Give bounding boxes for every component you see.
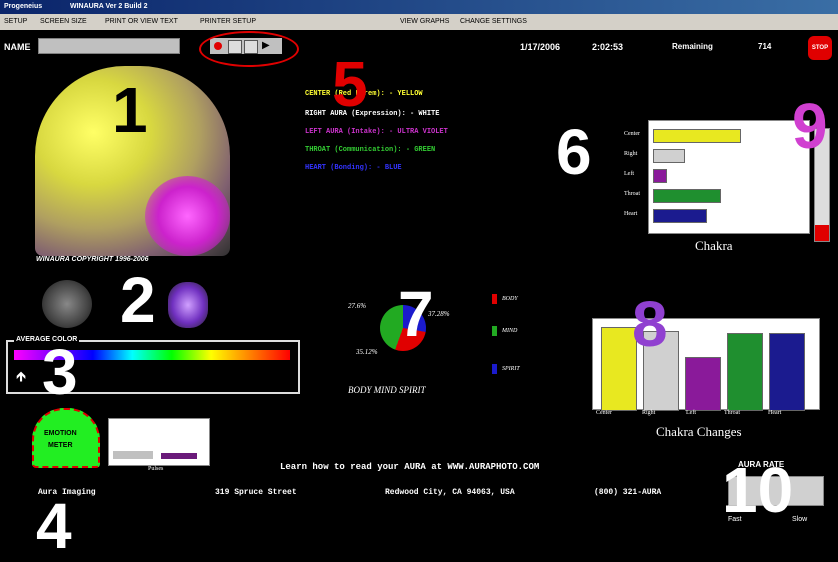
hbar-label-throat: Throat	[624, 191, 640, 197]
callout-9: 9	[792, 90, 828, 162]
pie-spirit-pct: 35.12%	[356, 348, 378, 356]
callout-2: 2	[120, 264, 156, 336]
toolbar: NAME ▶ 1/17/2006 2:02:53 Remaining 714 S…	[0, 30, 838, 67]
copyright-text: WINAURA COPYRIGHT 1996-2006	[36, 256, 149, 263]
legend-heart: HEART (Bonding): - BLUE	[305, 164, 402, 172]
vbar-heart	[769, 333, 805, 411]
callout-5: 5	[332, 48, 368, 120]
stop-label: STOP	[811, 45, 829, 51]
menu-print-view-text[interactable]: PRINT OR VIEW TEXT	[105, 18, 178, 25]
hbar-label-heart: Heart	[624, 211, 638, 217]
callout-ellipse-5	[199, 31, 299, 67]
title-bar: Progeneius WINAURA Ver 2 Build 2	[0, 0, 838, 14]
legend-right: RIGHT AURA (Expression): - WHITE	[305, 110, 440, 118]
time-display: 2:02:53	[592, 42, 624, 52]
legend-body-label: BODY	[502, 296, 518, 302]
hbar-center	[653, 129, 741, 143]
pulses-label: Pulses	[148, 466, 164, 472]
pulses-chart	[108, 418, 210, 466]
document-title: WINAURA Ver 2 Build 2	[70, 3, 148, 10]
street-address: 319 Spruce Street	[215, 488, 297, 497]
emotion-meter-label-bottom: METER	[48, 442, 73, 449]
chakra-changes-caption: Chakra Changes	[656, 424, 742, 439]
app-title: Progeneius	[4, 3, 43, 10]
callout-8: 8	[632, 288, 668, 360]
stop-sign-button[interactable]: STOP	[808, 36, 832, 60]
hbar-throat	[653, 189, 721, 203]
chakra-hbar-chart	[648, 120, 810, 234]
pie-body-pct: 27.6%	[348, 302, 367, 310]
name-input[interactable]	[38, 38, 180, 54]
callout-1: 1	[112, 74, 148, 146]
hbar-left	[653, 169, 667, 183]
learn-aura-link-text[interactable]: Learn how to read your AURA at WWW.AURAP…	[280, 462, 539, 472]
vbar-throat	[727, 333, 763, 411]
hbar-label-right: Right	[624, 151, 638, 157]
legend-spirit-swatch	[492, 364, 497, 374]
vbar-label-right: Right	[642, 410, 656, 416]
remaining-value: 714	[758, 42, 772, 51]
legend-throat: THROAT (Communication): - GREEN	[305, 146, 436, 154]
legend-spirit-label: SPIRIT	[502, 366, 520, 372]
callout-3: 3	[42, 336, 78, 408]
hbar-right	[653, 149, 685, 163]
vbar-left	[685, 357, 721, 411]
hbar-label-left: Left	[624, 171, 634, 177]
remaining-label: Remaining	[672, 42, 713, 51]
slider-thumb[interactable]	[815, 225, 829, 241]
callout-7: 7	[398, 278, 434, 350]
emotion-meter-label-top: EMOTION	[44, 430, 77, 437]
vbar-label-left: Left	[686, 410, 696, 416]
vbar-label-throat: Throat	[724, 410, 740, 416]
menu-setup[interactable]: SETUP	[4, 18, 27, 25]
menu-screen-size[interactable]: SCREEN SIZE	[40, 18, 87, 25]
hbar-label-center: Center	[624, 131, 640, 137]
small-aura-image	[168, 282, 208, 328]
menu-printer-setup[interactable]: PRINTER SETUP	[200, 18, 256, 25]
rate-slow-label: Slow	[792, 516, 808, 523]
callout-4: 4	[36, 490, 72, 562]
emotion-meter: EMOTION METER	[32, 408, 100, 468]
menu-change-settings[interactable]: CHANGE SETTINGS	[460, 18, 527, 25]
name-label: NAME	[4, 42, 31, 52]
chakra-hbar-caption: Chakra	[695, 238, 733, 253]
menu-view-graphs[interactable]: VIEW GRAPHS	[400, 18, 449, 25]
pulses-bar-1	[113, 451, 153, 459]
pie-caption: BODY MIND SPIRIT	[348, 385, 426, 395]
phone-number: (800) 321-AURA	[594, 488, 662, 497]
vbar-label-center: Center	[596, 410, 612, 416]
pulses-bar-2	[161, 453, 197, 459]
chakra-changes-chart	[592, 318, 820, 411]
callout-6: 6	[556, 116, 592, 188]
legend-mind-label: MIND	[502, 328, 518, 334]
hbar-heart	[653, 209, 707, 223]
menu-bar: SETUP SCREEN SIZE PRINT OR VIEW TEXT PRI…	[0, 14, 838, 31]
legend-mind-swatch	[492, 326, 497, 336]
legend-left: LEFT AURA (Intake): - ULTRA VIOLET	[305, 128, 448, 136]
callout-10: 10	[722, 454, 794, 526]
color-pointer-arrow-icon: 🡹	[16, 368, 27, 384]
vbar-label-heart: Heart	[768, 410, 782, 416]
legend-body-swatch	[492, 294, 497, 304]
body-figure-image	[42, 280, 92, 328]
date-display: 1/17/2006	[520, 42, 561, 52]
aura-violet-region	[145, 176, 230, 256]
city-address: Redwood City, CA 94063, USA	[385, 488, 515, 497]
